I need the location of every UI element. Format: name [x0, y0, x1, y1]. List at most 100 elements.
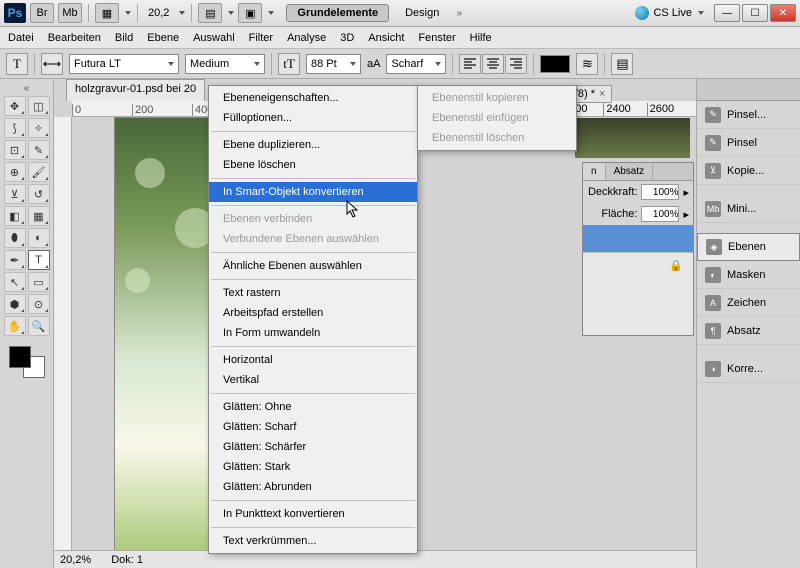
align-left-button[interactable]	[459, 54, 481, 74]
dock-brush[interactable]: ✎Pinsel	[697, 129, 800, 157]
menu-datei[interactable]: Datei	[8, 32, 34, 44]
context-menu-item[interactable]: Fülloptionen...	[209, 108, 417, 128]
tools-collapse[interactable]: «	[19, 83, 35, 94]
opacity-input[interactable]	[641, 184, 679, 200]
context-menu-item[interactable]: In Form umwandeln	[209, 323, 417, 343]
move-tool[interactable]: ✥	[4, 96, 26, 116]
shape-tool[interactable]: ▭	[28, 272, 50, 292]
layer-item-selected[interactable]	[583, 225, 693, 253]
workspace-design[interactable]: Design	[397, 5, 447, 21]
menu-bild[interactable]: Bild	[115, 32, 133, 44]
menu-ansicht[interactable]: Ansicht	[368, 32, 404, 44]
close-icon[interactable]: ×	[599, 88, 605, 100]
bridge-button[interactable]: Br	[30, 3, 54, 23]
context-menu-item[interactable]: Glätten: Stark	[209, 457, 417, 477]
window-minimize-button[interactable]: —	[714, 4, 740, 22]
font-size-select[interactable]: 88 Pt	[306, 54, 361, 74]
pen-tool[interactable]: ✒	[4, 250, 26, 270]
brush-tool[interactable]: 🖌	[28, 162, 50, 182]
dock-mini-bridge[interactable]: MbMini...	[697, 195, 800, 223]
view-extras-button[interactable]: ▦	[95, 3, 119, 23]
cs-live-button[interactable]: CS Live	[635, 6, 704, 20]
context-menu-item[interactable]: Arbeitspfad erstellen	[209, 303, 417, 323]
minibridge-button[interactable]: Mb	[58, 3, 82, 23]
status-zoom[interactable]: 20,2%	[60, 554, 91, 566]
dock-masks[interactable]: ◐Masken	[697, 261, 800, 289]
font-style-select[interactable]: Medium	[185, 54, 265, 74]
context-menu-item[interactable]: Text verkrümmen...	[209, 531, 417, 551]
menu-analyse[interactable]: Analyse	[287, 32, 326, 44]
gradient-tool[interactable]: ▦	[28, 206, 50, 226]
menu-bearbeiten[interactable]: Bearbeiten	[48, 32, 101, 44]
panel-tab-absatz[interactable]: Absatz	[606, 163, 654, 180]
menu-auswahl[interactable]: Auswahl	[193, 32, 235, 44]
document-tab[interactable]: holzgravur-01.psd bei 20	[66, 79, 205, 101]
healing-tool[interactable]: ⊕	[4, 162, 26, 182]
dock-layers[interactable]: ◈Ebenen	[697, 233, 800, 261]
text-color-swatch[interactable]	[540, 55, 570, 73]
context-menu-item[interactable]: In Punkttext konvertieren	[209, 504, 417, 524]
text-orientation-button[interactable]: ⟷	[41, 53, 63, 75]
path-select-tool[interactable]: ↖	[4, 272, 26, 292]
zoom-tool[interactable]: 🔍	[28, 316, 50, 336]
chevron-right-icon[interactable]: ▸	[683, 186, 689, 199]
type-tool[interactable]: T	[28, 250, 50, 270]
workspace-more[interactable]: »	[451, 8, 467, 19]
3d-tool[interactable]: ⬢	[4, 294, 26, 314]
fill-input[interactable]	[641, 206, 679, 222]
eraser-tool[interactable]: ◧	[4, 206, 26, 226]
context-menu-item[interactable]: Ebene löschen	[209, 155, 417, 175]
antialias-select[interactable]: Scharf	[386, 54, 446, 74]
layer-list[interactable]: 🔒	[583, 225, 693, 335]
clone-tool[interactable]: ⊻	[4, 184, 26, 204]
tool-preset-icon[interactable]: T	[6, 53, 28, 75]
warp-text-button[interactable]: ≋	[576, 53, 598, 75]
context-menu-item[interactable]: Ebene duplizieren...	[209, 135, 417, 155]
history-brush-tool[interactable]: ↺	[28, 184, 50, 204]
background-lock-icon[interactable]: 🔒	[583, 253, 693, 277]
window-close-button[interactable]: ✕	[770, 4, 796, 22]
align-center-button[interactable]	[482, 54, 504, 74]
context-menu-item[interactable]: Glätten: Abrunden	[209, 477, 417, 497]
status-dok[interactable]: Dok: 1	[111, 554, 143, 566]
eyedropper-tool[interactable]: ✎	[28, 140, 50, 160]
camera-tool[interactable]: ⊙	[28, 294, 50, 314]
dock-paragraph[interactable]: ¶Absatz	[697, 317, 800, 345]
context-menu-item[interactable]: Vertikal	[209, 370, 417, 390]
menu-3d[interactable]: 3D	[340, 32, 354, 44]
font-family-select[interactable]: Futura LT	[69, 54, 179, 74]
menu-hilfe[interactable]: Hilfe	[470, 32, 492, 44]
character-panel-button[interactable]: ▤	[611, 53, 633, 75]
blur-tool[interactable]: ⬮	[4, 228, 26, 248]
context-menu-item[interactable]: Glätten: Scharf	[209, 417, 417, 437]
context-menu-item[interactable]: Ebeneneigenschaften...	[209, 88, 417, 108]
arrange-docs-button[interactable]: ▤	[198, 3, 222, 23]
menu-ebene[interactable]: Ebene	[147, 32, 179, 44]
marquee-tool[interactable]: ◫	[28, 96, 50, 116]
dock-character[interactable]: AZeichen	[697, 289, 800, 317]
magic-wand-tool[interactable]: ✧	[28, 118, 50, 138]
zoom-value[interactable]: 20,2	[144, 7, 173, 19]
dock-clone[interactable]: ⊻Kopie...	[697, 157, 800, 185]
chevron-right-icon[interactable]: ▸	[683, 208, 689, 221]
context-menu-item[interactable]: Horizontal	[209, 350, 417, 370]
context-menu-item[interactable]: Text rastern	[209, 283, 417, 303]
workspace-active[interactable]: Grundelemente	[286, 4, 389, 22]
menu-fenster[interactable]: Fenster	[418, 32, 455, 44]
crop-tool[interactable]: ⊡	[4, 140, 26, 160]
context-menu-item[interactable]: Glätten: Schärfer	[209, 437, 417, 457]
lasso-tool[interactable]: ⟆	[4, 118, 26, 138]
panel-tab-character[interactable]: n	[583, 163, 606, 180]
dodge-tool[interactable]: ◐	[28, 228, 50, 248]
context-menu-item[interactable]: Glätten: Ohne	[209, 397, 417, 417]
color-swatches[interactable]	[7, 344, 47, 380]
context-menu-item[interactable]: Ähnliche Ebenen auswählen	[209, 256, 417, 276]
window-maximize-button[interactable]: ☐	[742, 4, 768, 22]
align-right-button[interactable]	[505, 54, 527, 74]
hand-tool[interactable]: ✋	[4, 316, 26, 336]
menu-filter[interactable]: Filter	[249, 32, 273, 44]
dock-brush-presets[interactable]: ✎Pinsel...	[697, 101, 800, 129]
dock-adjustments[interactable]: ◑Korre...	[697, 355, 800, 383]
context-menu-item[interactable]: In Smart-Objekt konvertieren	[209, 182, 417, 202]
ruler-vertical[interactable]	[54, 117, 72, 550]
